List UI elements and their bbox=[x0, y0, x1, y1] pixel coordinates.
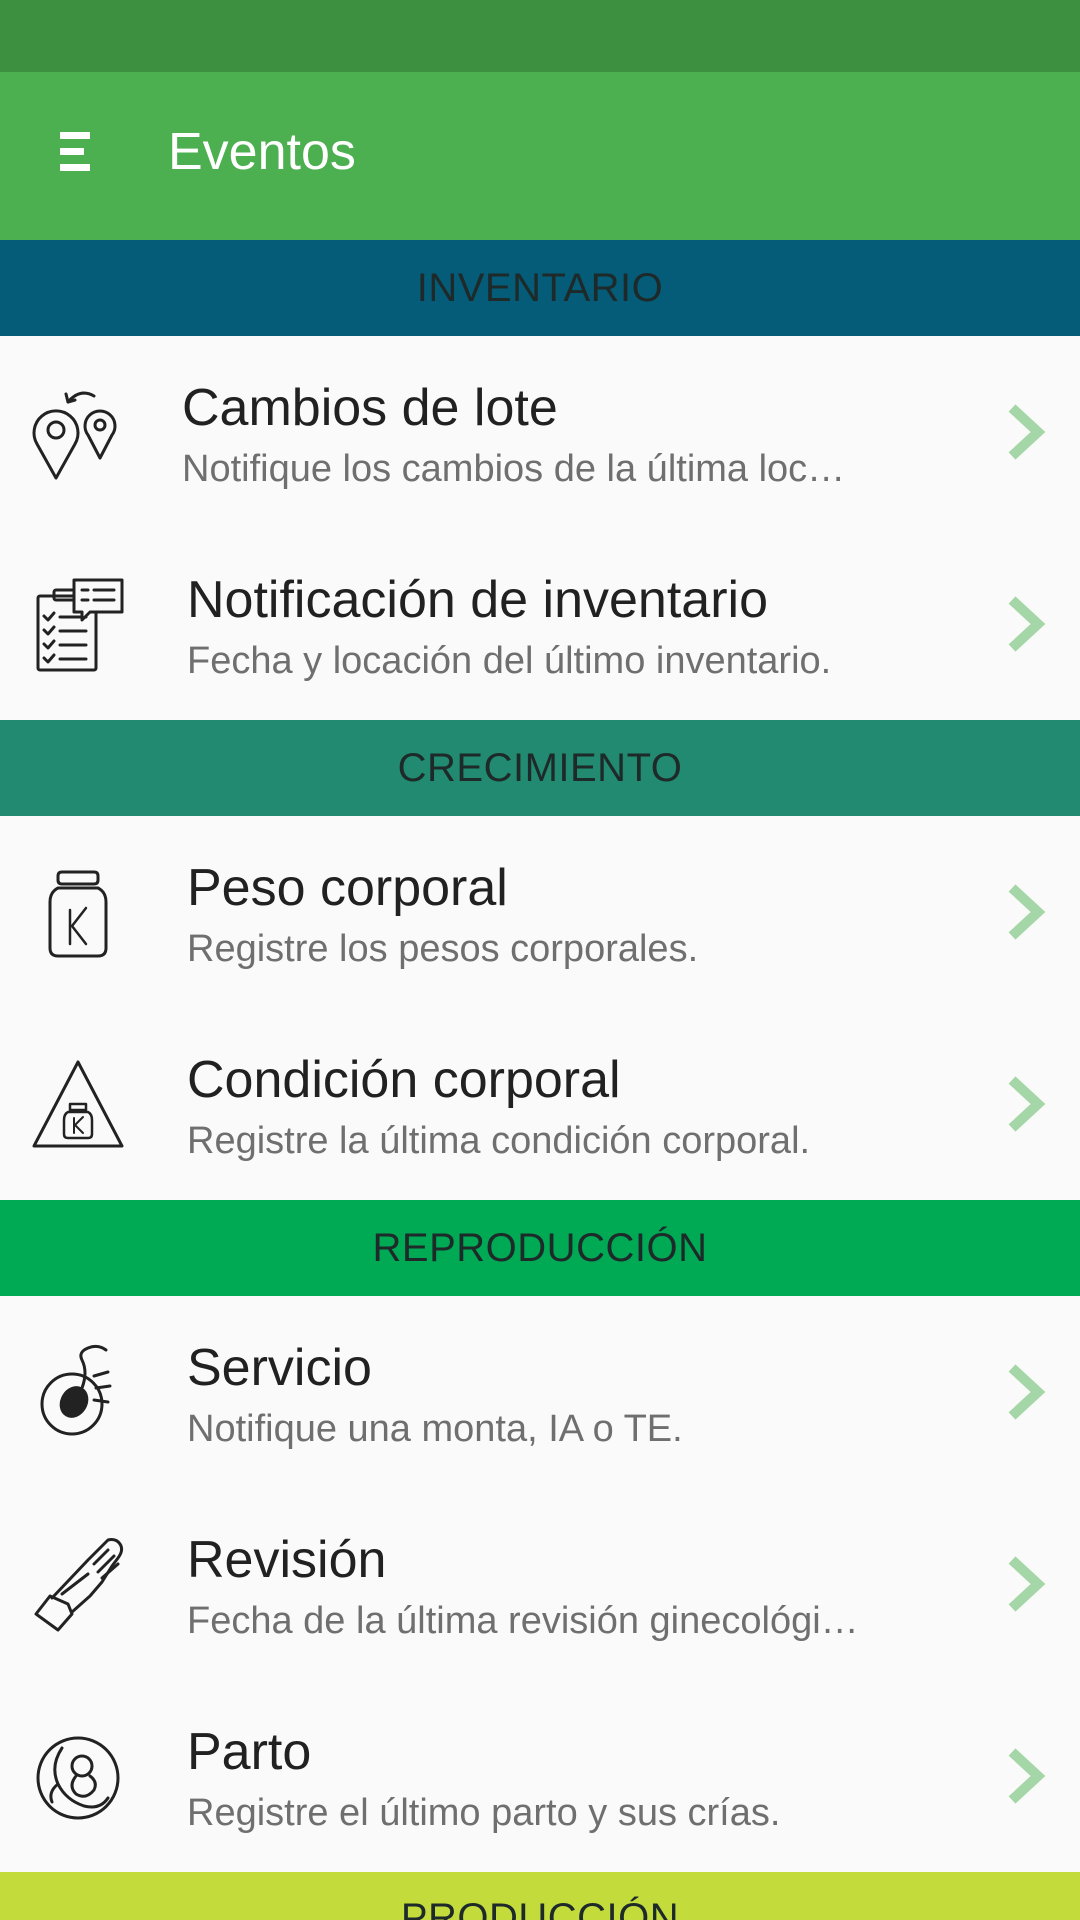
item-subtitle: Registre la última condición corporal. bbox=[187, 1120, 811, 1162]
item-subtitle: Notifique los cambios de la última loc… bbox=[182, 448, 846, 490]
list-item-condicion-corporal[interactable]: Condición corporal Registre la última co… bbox=[0, 1008, 1080, 1200]
section-header-produccion: PRODUCCIÓN bbox=[0, 1872, 1080, 1920]
item-title: Notificación de inventario bbox=[187, 571, 768, 629]
item-title: Parto bbox=[187, 1723, 312, 1781]
status-bar bbox=[0, 0, 1080, 72]
chevron-right-icon bbox=[1000, 402, 1050, 462]
list-item-servicio[interactable]: Servicio Notifique una monta, IA o TE. bbox=[0, 1296, 1080, 1488]
birth-icon bbox=[28, 1726, 128, 1826]
location-change-icon bbox=[28, 382, 128, 482]
section-header-reproduccion: REPRODUCCIÓN bbox=[0, 1200, 1080, 1296]
chevron-right-icon bbox=[1000, 1554, 1050, 1614]
section-label: INVENTARIO bbox=[416, 265, 664, 310]
inventory-clipboard-icon bbox=[28, 574, 128, 674]
item-title: Revisión bbox=[187, 1531, 387, 1589]
chevron-right-icon bbox=[1000, 1746, 1050, 1806]
glove-icon bbox=[28, 1534, 128, 1634]
chevron-right-icon bbox=[1000, 882, 1050, 942]
list-item-notificacion-inventario[interactable]: Notificación de inventario Fecha y locac… bbox=[0, 528, 1080, 720]
item-title: Peso corporal bbox=[187, 859, 508, 917]
chevron-right-icon bbox=[1000, 1074, 1050, 1134]
chevron-right-icon bbox=[1000, 1362, 1050, 1422]
body-condition-icon bbox=[28, 1054, 128, 1154]
app-bar: Eventos bbox=[0, 72, 1080, 240]
insemination-icon bbox=[28, 1342, 128, 1442]
item-subtitle: Fecha y locación del último inventario. bbox=[187, 640, 832, 682]
item-title: Cambios de lote bbox=[182, 379, 558, 437]
list-item-peso-corporal[interactable]: Peso corporal Registre los pesos corpora… bbox=[0, 816, 1080, 1008]
item-title: Condición corporal bbox=[187, 1051, 621, 1109]
section-header-inventario: INVENTARIO bbox=[0, 240, 1080, 336]
item-title: Servicio bbox=[187, 1339, 372, 1397]
menu-icon[interactable] bbox=[40, 116, 110, 186]
page-title: Eventos bbox=[168, 123, 356, 181]
list-item-parto[interactable]: Parto Registre el último parto y sus crí… bbox=[0, 1680, 1080, 1872]
item-subtitle: Notifique una monta, IA o TE. bbox=[187, 1408, 683, 1450]
chevron-right-icon bbox=[1000, 594, 1050, 654]
item-subtitle: Fecha de la última revisión ginecológi… bbox=[187, 1600, 859, 1642]
section-header-crecimiento: CRECIMIENTO bbox=[0, 720, 1080, 816]
item-subtitle: Registre los pesos corporales. bbox=[187, 928, 699, 970]
section-label: CRECIMIENTO bbox=[397, 745, 683, 790]
list-item-revision[interactable]: Revisión Fecha de la última revisión gin… bbox=[0, 1488, 1080, 1680]
section-label: PRODUCCIÓN bbox=[400, 1896, 680, 1920]
list-item-cambios-de-lote[interactable]: Cambios de lote Notifique los cambios de… bbox=[0, 336, 1080, 528]
weight-icon bbox=[28, 862, 128, 962]
section-label: REPRODUCCIÓN bbox=[372, 1225, 708, 1270]
item-subtitle: Registre el último parto y sus crías. bbox=[187, 1792, 781, 1834]
